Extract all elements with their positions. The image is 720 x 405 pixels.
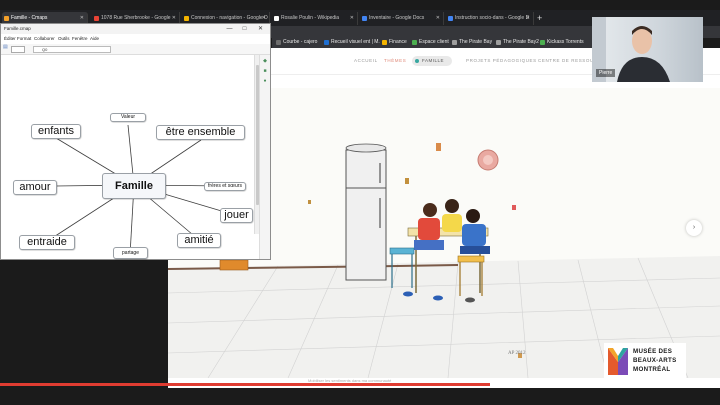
search-input[interactable]: Q0 [33, 46, 111, 53]
bookmark-icon [382, 40, 387, 45]
bookmark-label: The Pirate Bay [459, 39, 493, 45]
node-partage[interactable]: partage [113, 247, 148, 259]
cmap-window: Famille.cmap — □ ✕ Éditer Format Collabo… [0, 23, 271, 260]
menu-outils[interactable]: Outils [58, 36, 70, 41]
bookmark-icon [276, 40, 281, 45]
webcam-feed: Pierre [592, 17, 703, 82]
bookmark-icon [496, 40, 501, 45]
bookmark-label: The Pirate Bay2 [503, 39, 539, 45]
bookmark-item[interactable]: Kickass Torrents [540, 39, 584, 46]
node-freres-et-soeurs[interactable]: frères et sœurs [204, 182, 246, 191]
bottom-bar [0, 388, 720, 405]
bookmark-item[interactable]: The Pirate Bay [452, 39, 492, 46]
nav-themes[interactable]: THÈMES [384, 58, 406, 63]
info-icon[interactable]: ● [262, 78, 268, 84]
nav-projets[interactable]: PROJETS PÉDAGOGIQUES [466, 58, 537, 63]
concept-map-canvas[interactable]: enfants Valeur être ensemble amour Famil… [1, 55, 254, 259]
bookmark-label: Kickass Torrents [547, 39, 584, 45]
tab-label: Rosalie Poulin - Wikipedia [281, 15, 340, 21]
bookmark-label: Espace client [419, 39, 449, 45]
new-tab-button[interactable]: + [537, 12, 542, 24]
wikipedia-icon [274, 16, 279, 21]
node-valeur[interactable]: Valeur [110, 113, 146, 122]
bookmark-label: Finance [389, 39, 407, 45]
bookmark-item[interactable]: Recueil visuel ent | M. [324, 39, 380, 46]
mbam-logo: MUSÉE DES BEAUX-ARTS MONTRÉAL [604, 343, 686, 379]
bookmark-icon [540, 40, 545, 45]
bookmark-label: Recueil visuel ent | M. [331, 39, 380, 45]
google-docs-icon [448, 16, 453, 21]
bookmark-item[interactable]: Finance [382, 39, 407, 46]
cmap-menu-bar: Éditer Format Collaborer Outils Fenêtre … [1, 34, 270, 44]
node-enfants[interactable]: enfants [31, 124, 81, 139]
bookmark-icon [452, 40, 457, 45]
menu-collaborer[interactable]: Collaborer [34, 36, 55, 41]
concept-links [45, 124, 236, 256]
mbam-m-icon [608, 348, 628, 375]
theme-dot-icon [415, 59, 419, 63]
minimize-icon[interactable]: — [224, 24, 235, 34]
close-icon[interactable]: ✕ [255, 24, 266, 34]
nav-accueil[interactable]: ACCUEIL [354, 58, 378, 63]
google-docs-icon [362, 16, 367, 21]
logo-line-1: MUSÉE DES [633, 348, 673, 355]
tab-wikipedia[interactable]: Rosalie Poulin - Wikipedia ✕ [272, 12, 358, 25]
logo-line-2: BEAUX-ARTS [633, 357, 677, 364]
menu-aide[interactable]: Aide [90, 36, 99, 41]
bookmark-item[interactable]: Courbe - cajero [276, 39, 317, 46]
style-icon[interactable]: ■ [262, 68, 268, 74]
maximize-icon[interactable]: □ [239, 24, 250, 34]
node-jouer[interactable]: jouer [220, 208, 253, 223]
tab-google-docs-1[interactable]: Inventaire - Google Docs ✕ [360, 12, 444, 25]
participant-name: Pierre [596, 69, 616, 77]
bookmark-label: Courbe - cajero [283, 39, 318, 45]
node-famille[interactable]: Famille [102, 173, 166, 199]
menu-editer[interactable]: Éditer [4, 36, 16, 41]
node-etre-ensemble[interactable]: être ensemble [156, 125, 245, 140]
cmap-title-bar: Famille.cmap — □ ✕ [1, 24, 270, 34]
cmap-toolbar: ▤ Q0 [1, 44, 270, 55]
search-value: Q0 [42, 47, 48, 52]
bookmark-icon [412, 40, 417, 45]
format-icon[interactable]: ◆ [262, 58, 268, 64]
bookmarks-bar: Courbe - cajero Recueil visuel ent | M. … [272, 37, 592, 48]
theme-selector-label: FAMILLE [422, 58, 445, 63]
bookmark-item[interactable]: Espace client [412, 39, 449, 46]
tab-label: Inventaire - Google Docs [369, 15, 425, 21]
cmap-side-toolbar: ◆ ■ ● [259, 55, 270, 259]
cmaps-icon [4, 16, 9, 21]
node-entraide[interactable]: entraide [19, 235, 75, 250]
menu-fenetre[interactable]: Fenêtre [72, 36, 88, 41]
bookmark-item[interactable]: The Pirate Bay2 [496, 39, 539, 46]
tab-label: 1078 Rue Sherbrooke - Google [101, 15, 171, 21]
close-tab-icon[interactable]: ✕ [526, 12, 530, 25]
logo-line-3: MONTRÉAL [633, 366, 671, 373]
google-icon [94, 16, 99, 21]
tab-label: Connexion - navigation - Google D [191, 15, 268, 21]
theme-selector[interactable]: FAMILLE [412, 56, 452, 66]
tab-label: Instruction socio-dans - Google D [455, 15, 530, 21]
menu-format[interactable]: Format [17, 36, 31, 41]
view-dropdown[interactable] [11, 46, 25, 53]
tab-label: Famille - Cmaps [11, 15, 48, 21]
next-arrow-button[interactable]: › [686, 220, 702, 236]
video-progress-bar[interactable] [0, 383, 490, 386]
node-amitie[interactable]: amitié [177, 233, 221, 248]
artist-signature: AP 2012 [508, 351, 526, 356]
screen: Famille - Cmaps ✕ 1078 Rue Sherbrooke - … [0, 0, 720, 405]
close-tab-icon[interactable]: ✕ [350, 12, 354, 25]
close-tab-icon[interactable]: ✕ [436, 12, 440, 25]
google-drive-icon [184, 16, 189, 21]
layout-icon[interactable]: ▤ [3, 44, 8, 50]
tab-google-docs-2[interactable]: Instruction socio-dans - Google D ✕ [446, 12, 534, 25]
window-title: Famille.cmap [4, 26, 31, 31]
node-amour[interactable]: amour [13, 180, 57, 195]
bookmark-icon [324, 40, 329, 45]
